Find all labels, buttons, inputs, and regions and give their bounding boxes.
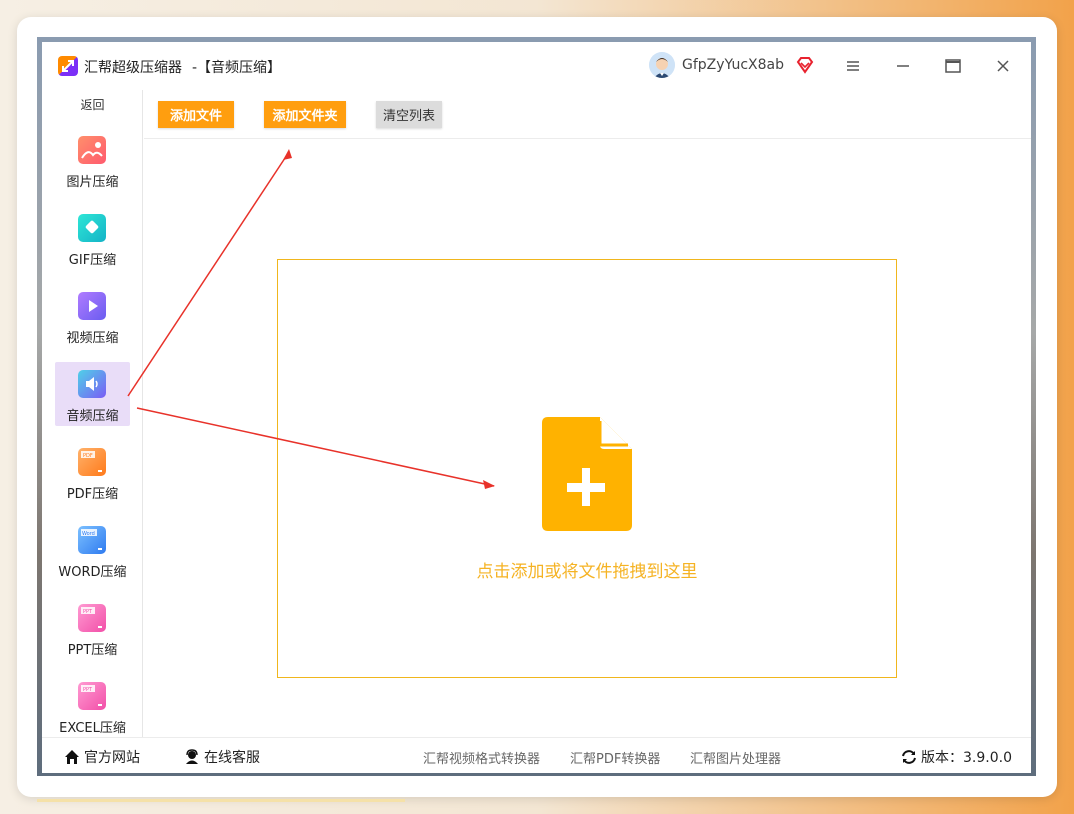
app-name: 汇帮超级压缩器 xyxy=(84,60,182,76)
version-label: 版本：3.9.0.0 xyxy=(921,750,1012,766)
svg-text:PDF: PDF xyxy=(83,453,93,459)
pdf-folder-icon: PDF xyxy=(78,448,106,476)
title-bar: 汇帮超级压缩器 -【音频压缩】 GfpZyYucX8ab xyxy=(42,42,1031,90)
file-drop-zone[interactable]: 点击添加或将文件拖拽到这里 xyxy=(277,259,897,678)
sidebar-item-video-compress[interactable]: 视频压缩 xyxy=(55,284,130,348)
sidebar-item-label: 音频压缩 xyxy=(66,409,119,424)
video-converter-link[interactable]: 汇帮视频格式转换器 xyxy=(423,748,540,767)
window-title: 汇帮超级压缩器 -【音频压缩】 xyxy=(84,57,281,77)
toolbar: 添加文件 添加文件夹 清空列表 xyxy=(144,90,1031,139)
svg-text:PPT: PPT xyxy=(83,609,93,615)
add-file-icon xyxy=(542,417,632,531)
sidebar: 返回 图片压缩 GIF压缩 视频压缩 音频压缩 PDF PDF压缩 Word W… xyxy=(42,90,143,737)
sidebar-item-label: EXCEL压缩 xyxy=(59,721,126,736)
ppt-folder-icon: PPT xyxy=(78,604,106,632)
sidebar-item-image-compress[interactable]: 图片压缩 xyxy=(55,128,130,192)
sidebar-item-label: PPT压缩 xyxy=(67,643,118,658)
close-icon[interactable] xyxy=(991,54,1015,78)
image-processor-link[interactable]: 汇帮图片处理器 xyxy=(690,748,781,767)
official-website-label: 官方网站 xyxy=(84,750,140,766)
footer-bar: 官方网站 在线客服 汇帮视频格式转换器 汇帮PDF转换器 汇帮图片处理器 版本：… xyxy=(42,737,1031,773)
gif-icon xyxy=(78,214,106,242)
excel-folder-icon: PPT xyxy=(78,682,106,710)
app-window: 汇帮超级压缩器 -【音频压缩】 GfpZyYucX8ab 返回 图片压缩 GIF… xyxy=(42,42,1031,773)
sidebar-item-pdf-compress[interactable]: PDF PDF压缩 xyxy=(55,440,130,504)
online-support-link[interactable]: 在线客服 xyxy=(184,747,260,767)
version-info[interactable]: 版本：3.9.0.0 xyxy=(901,747,1012,767)
sidebar-item-label: 图片压缩 xyxy=(66,175,119,190)
audio-speaker-icon xyxy=(78,370,106,398)
add-file-button[interactable]: 添加文件 xyxy=(158,101,234,128)
home-icon xyxy=(65,750,79,764)
sidebar-item-word-compress[interactable]: Word WORD压缩 xyxy=(55,518,130,582)
online-support-label: 在线客服 xyxy=(204,750,260,766)
menu-icon[interactable] xyxy=(841,54,865,78)
maximize-icon[interactable] xyxy=(941,54,965,78)
svg-text:PPT: PPT xyxy=(83,687,93,693)
decorative-underline xyxy=(37,799,405,802)
sidebar-item-excel-compress[interactable]: PPT EXCEL压缩 xyxy=(55,674,130,738)
app-logo-icon xyxy=(58,56,78,76)
official-website-link[interactable]: 官方网站 xyxy=(64,747,140,767)
support-agent-icon xyxy=(186,749,198,764)
pdf-converter-link[interactable]: 汇帮PDF转换器 xyxy=(570,748,660,767)
user-avatar[interactable] xyxy=(649,52,675,78)
sidebar-item-gif-compress[interactable]: GIF压缩 xyxy=(55,206,130,270)
drop-zone-text: 点击添加或将文件拖拽到这里 xyxy=(476,562,698,582)
clear-list-button[interactable]: 清空列表 xyxy=(376,101,442,128)
image-icon xyxy=(78,136,106,164)
sidebar-item-ppt-compress[interactable]: PPT PPT压缩 xyxy=(55,596,130,660)
refresh-icon xyxy=(902,750,916,764)
word-folder-icon: Word xyxy=(78,526,106,554)
add-folder-button[interactable]: 添加文件夹 xyxy=(264,101,346,128)
svg-text:Word: Word xyxy=(82,531,95,537)
minimize-icon[interactable] xyxy=(891,54,915,78)
sidebar-item-label: PDF压缩 xyxy=(66,487,119,502)
vip-diamond-icon[interactable] xyxy=(796,56,814,74)
username[interactable]: GfpZyYucX8ab xyxy=(682,57,784,73)
back-button[interactable]: 返回 xyxy=(42,96,143,113)
sidebar-item-label: WORD压缩 xyxy=(58,565,127,580)
sidebar-item-label: GIF压缩 xyxy=(68,253,117,268)
sidebar-item-audio-compress[interactable]: 音频压缩 xyxy=(55,362,130,426)
sidebar-item-label: 视频压缩 xyxy=(66,331,119,346)
page-label: -【音频压缩】 xyxy=(192,60,282,76)
video-play-icon xyxy=(78,292,106,320)
